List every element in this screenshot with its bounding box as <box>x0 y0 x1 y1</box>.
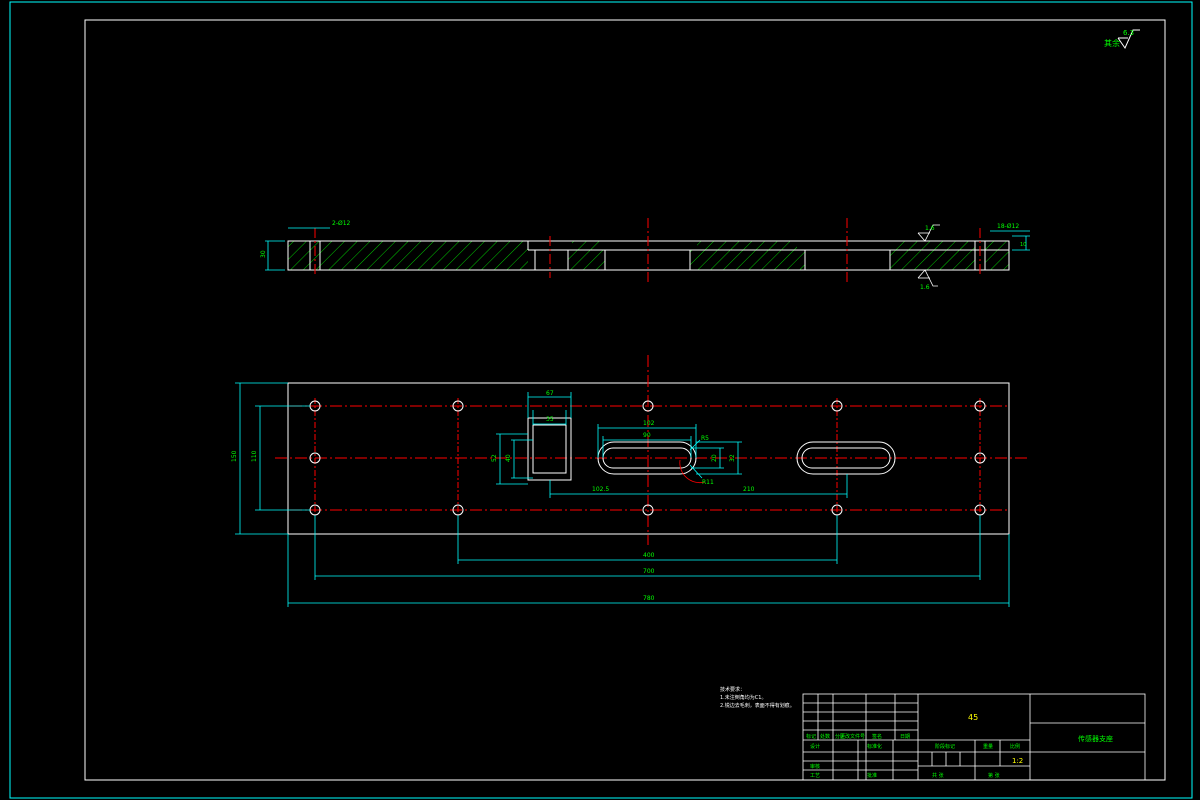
hatch-mid <box>690 250 805 270</box>
dim-overall-length: 780 <box>643 595 655 602</box>
side-section-view: 30 2-Ø12 18-Ø12 10 1.6 1.6 <box>260 218 1030 291</box>
notes-line-1: 1.未注倒角均为C1。 <box>720 694 766 701</box>
approve-label: 批准 <box>867 772 877 779</box>
hatch-mid-left <box>568 250 605 270</box>
rev-header: 处数 <box>820 733 830 740</box>
process-label: 工艺 <box>810 773 820 779</box>
cad-drawing: 其余 6.3 30 2-Ø12 18-Ø12 10 1.6 1.6 780 70… <box>9 1 1193 799</box>
sheet-number: 第 张 <box>988 772 1000 779</box>
notes-heading: 技术要求： <box>720 686 745 693</box>
dim-sq-outer-h: 52 <box>491 454 498 462</box>
dim-hole-span-inner: 400 <box>643 552 655 559</box>
dim-offset-left: 102.5 <box>592 486 609 493</box>
square-pocket-inner <box>532 424 567 474</box>
dim-slot-w-inner: 20 <box>711 454 718 462</box>
title-block: 标记 处数 分区 更改文件号 签名 日期 设计 标准化 审核 工艺 批准 阶段标… <box>802 693 1146 781</box>
stage-label: 阶段标记 <box>935 743 955 750</box>
hole-callout-right: 18-Ø12 <box>997 223 1019 230</box>
dim-width-outer: 150 <box>231 450 238 462</box>
dim-slot-r-large: R11 <box>702 479 714 486</box>
dim-hole-span-outer: 700 <box>643 568 655 575</box>
sheet-total: 共 张 <box>932 772 944 779</box>
dim-slot-r-small: R5 <box>701 435 709 442</box>
hole-callout-left: 2-Ø12 <box>332 220 351 227</box>
technical-notes: 技术要求： 1.未注倒角均为C1。 2.锐边去毛刺，表面不得有划痕。 <box>720 686 795 709</box>
dim-slot-w-outer: 32 <box>729 454 736 462</box>
dim-width-inner: 110 <box>251 450 258 462</box>
review-label: 审核 <box>810 763 820 770</box>
inner-drawing-frame <box>84 19 1166 781</box>
side-right-height-dim: 10 <box>1020 242 1026 248</box>
square-pocket-outer <box>527 417 572 481</box>
dim-slot-length: 102 <box>643 420 655 427</box>
standardization-label: 标准化 <box>867 743 882 750</box>
dim-sq-inner-w: 35 <box>546 416 554 423</box>
roughness-corner-label: 其余 <box>1104 38 1120 48</box>
rev-header: 日期 <box>900 734 910 740</box>
notes-line-2: 2.锐边去毛刺，表面不得有划痕。 <box>720 702 795 709</box>
roughness-corner-value: 6.3 <box>1123 29 1134 37</box>
scale-value: 1:2 <box>1012 757 1023 765</box>
material: 45 <box>968 713 978 722</box>
roughness-bottom-value: 1.6 <box>920 284 930 291</box>
part-name: 传感器支座 <box>1078 734 1113 743</box>
plan-view: 780 700 400 150 110 67 35 52 40 102 90 R… <box>231 355 1030 607</box>
dim-offset-right: 210 <box>743 486 755 493</box>
roughness-top-value: 1.6 <box>925 225 935 232</box>
roughness-corner-symbol: 其余 6.3 <box>1104 29 1140 50</box>
weight-label: 重量 <box>983 743 993 750</box>
rev-header: 签名 <box>872 733 882 740</box>
side-height-dim: 30 <box>260 250 267 258</box>
dim-sq-outer-w: 67 <box>546 390 554 397</box>
outer-sheet-border <box>9 1 1193 799</box>
scale-label: 比例 <box>1010 743 1020 750</box>
hatch-right <box>890 250 975 270</box>
design-label: 设计 <box>810 743 820 750</box>
dim-slot-inner: 90 <box>643 432 651 439</box>
rev-header: 标记 <box>806 733 816 740</box>
rev-header: 更改文件号 <box>840 733 865 740</box>
dim-sq-inner-h: 40 <box>505 454 512 462</box>
hatch-left-block <box>288 241 528 270</box>
